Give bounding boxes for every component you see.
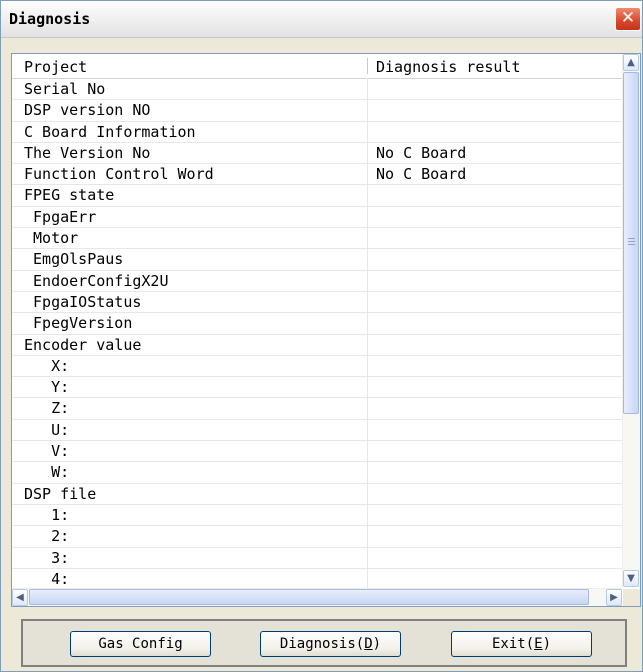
gas-config-button[interactable]: Gas Config	[70, 631, 211, 657]
table-row[interactable]: DSP file	[12, 484, 622, 505]
project-cell: C Board Information	[24, 122, 196, 141]
project-cell: The Version No	[24, 143, 151, 162]
project-cell: FpgaIOStatus	[24, 292, 142, 311]
table-row[interactable]: FpgaErr	[12, 207, 622, 229]
table-row[interactable]: Serial No	[12, 79, 622, 101]
horizontal-scrollbar[interactable]: ◀ ▶	[12, 588, 622, 606]
scroll-corner	[623, 589, 640, 606]
table-header: Project Diagnosis result	[12, 54, 622, 79]
table-row[interactable]: C Board Information	[12, 122, 622, 143]
table-body: Serial No DSP version NO C Board Informati…	[12, 79, 622, 591]
chevron-up-icon[interactable]: ▲	[627, 57, 635, 68]
project-cell: Encoder value	[24, 335, 142, 354]
exit-label-text: Exit(	[491, 636, 535, 652]
chevron-right-icon[interactable]: ▶	[610, 592, 618, 603]
diagnosis-hotkey: D	[364, 636, 373, 652]
exit-label-end: )	[542, 636, 552, 652]
grip-line	[628, 244, 635, 245]
diagnosis-label-end: )	[372, 636, 382, 652]
table-row[interactable]: 3:	[12, 548, 622, 569]
table-row[interactable]: Z:	[12, 398, 622, 420]
project-cell: EndoerConfigX2U	[24, 271, 169, 290]
close-icon[interactable]: ✕	[621, 8, 635, 28]
window-title: Diagnosis	[9, 10, 91, 28]
close-button[interactable]: ✕	[615, 7, 641, 31]
button-panel: Gas Config Diagnosis(D) Exit(E)	[21, 619, 627, 667]
table-row[interactable]: The Version No No C Board	[12, 143, 622, 165]
scroll-right-button[interactable]: ▶	[606, 589, 622, 606]
table-row[interactable]: Motor	[12, 228, 622, 250]
table-row[interactable]: 4:	[12, 569, 622, 591]
table-row[interactable]: Y:	[12, 377, 622, 399]
grip-line	[628, 238, 635, 239]
grip-line	[628, 241, 635, 242]
exit-label: Exit(E)	[492, 636, 551, 652]
table-row[interactable]: 1:	[12, 505, 622, 527]
table-row[interactable]: Function Control Word No C Board	[12, 164, 622, 186]
table-row[interactable]: DSP version NO	[12, 100, 622, 122]
scroll-left-button[interactable]: ◀	[12, 589, 28, 606]
chevron-left-icon[interactable]: ◀	[16, 592, 24, 603]
project-cell: Y:	[24, 378, 70, 397]
exit-button[interactable]: Exit(E)	[451, 631, 592, 657]
project-cell: V:	[24, 442, 70, 461]
table-row[interactable]: X:	[12, 356, 622, 378]
project-cell: Z:	[24, 399, 70, 418]
project-cell: EmgOlsPaus	[24, 250, 124, 269]
exit-hotkey: E	[534, 636, 543, 652]
project-cell: 4:	[24, 569, 70, 588]
result-cell: No C Board	[376, 143, 467, 162]
column-header-project[interactable]: Project	[24, 54, 87, 78]
table-row[interactable]: EndoerConfigX2U	[12, 271, 622, 292]
column-separator[interactable]	[367, 58, 368, 74]
diagnosis-button[interactable]: Diagnosis(D)	[260, 631, 401, 657]
project-cell: Serial No	[24, 80, 106, 98]
horizontal-scroll-thumb[interactable]	[29, 589, 589, 605]
project-cell: FpgaErr	[24, 207, 97, 226]
table-row[interactable]: EmgOlsPaus	[12, 249, 622, 271]
scroll-down-button[interactable]: ▼	[623, 570, 639, 587]
project-cell: 2:	[24, 527, 70, 546]
project-cell: FpegVersion	[24, 314, 133, 333]
table-row[interactable]: Encoder value	[12, 335, 622, 356]
project-cell: Motor	[24, 229, 79, 248]
project-cell: FPEG state	[24, 186, 115, 205]
table-row[interactable]: W:	[12, 462, 622, 484]
diagnosis-label-text: Diagnosis(	[279, 636, 365, 652]
project-cell: W:	[24, 463, 70, 482]
result-cell: No C Board	[376, 165, 467, 184]
project-cell: X:	[24, 356, 70, 375]
table-row[interactable]: 2:	[12, 526, 622, 548]
gas-config-label: Gas Config	[98, 636, 183, 652]
column-header-diagnosis-result[interactable]: Diagnosis result	[376, 54, 521, 78]
vertical-scroll-thumb[interactable]	[623, 72, 639, 414]
project-cell: 1:	[24, 505, 70, 524]
scroll-up-button[interactable]: ▲	[623, 54, 639, 71]
vertical-scrollbar[interactable]: ▲ ▼	[622, 54, 640, 587]
table-row[interactable]: U:	[12, 420, 622, 442]
diagnosis-table: Project Diagnosis result Serial No DSP ve…	[11, 53, 641, 607]
title-bar: Diagnosis ✕	[1, 1, 642, 38]
diagnosis-label: Diagnosis(D)	[280, 636, 381, 652]
project-cell: DSP file	[24, 484, 97, 503]
diagnosis-window: Diagnosis ✕ Project Diagnosis result Ser…	[0, 0, 643, 672]
project-cell: 3:	[24, 548, 70, 567]
project-cell: DSP version NO	[24, 101, 151, 120]
project-cell: Function Control Word	[24, 165, 214, 184]
chevron-down-icon[interactable]: ▼	[627, 573, 635, 584]
table-row[interactable]: FPEG state	[12, 185, 622, 207]
table-row[interactable]: FpgaIOStatus	[12, 292, 622, 314]
table-row[interactable]: V:	[12, 441, 622, 463]
table-row[interactable]: FpegVersion	[12, 313, 622, 335]
project-cell: U:	[24, 420, 70, 439]
